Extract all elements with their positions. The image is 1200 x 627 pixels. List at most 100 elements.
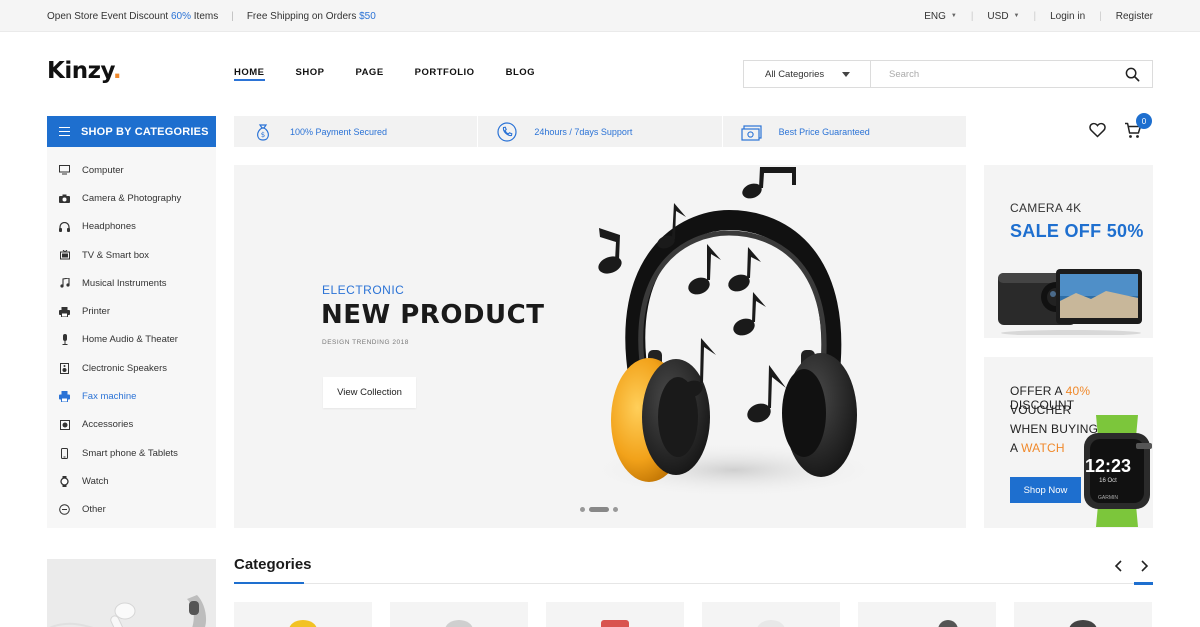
cart-button[interactable]: 0 [1124, 113, 1152, 142]
register-link[interactable]: Register [1116, 11, 1153, 22]
slider-dots [580, 507, 618, 512]
logo[interactable]: Kinzy. [47, 58, 122, 84]
sidebar-item-printer[interactable]: Printer [47, 297, 216, 325]
watch-promo-line4-value: WATCH [1021, 441, 1065, 455]
sidebar-item-headphones[interactable]: Headphones [47, 213, 216, 241]
sidebar-item-label: Computer [82, 164, 124, 176]
monitor-icon [59, 165, 70, 176]
sidebar-item-label: Printer [82, 306, 110, 318]
feature-bar: $ 100% Payment Secured 24hours / 7days S… [234, 116, 966, 147]
wishlist-button[interactable] [1089, 122, 1106, 141]
category-thumbnail [289, 620, 317, 627]
view-collection-button[interactable]: View Collection [323, 377, 416, 408]
headphones-icon [59, 221, 70, 232]
search-bar: All Categories [743, 60, 1153, 88]
category-card[interactable] [1014, 602, 1152, 627]
slider-dot[interactable] [580, 507, 585, 512]
event-discount-prefix: Open Store Event Discount [47, 10, 171, 22]
sidebar-item-label: Headphones [82, 221, 136, 233]
search-category-select[interactable]: All Categories [744, 61, 871, 87]
categories-divider [234, 583, 1153, 584]
divider: | [231, 10, 234, 22]
sidebar-item-musical-instruments[interactable]: Musical Instruments [47, 269, 216, 297]
category-thumbnail [601, 620, 629, 627]
language-select[interactable]: ENG ▼ [924, 11, 957, 22]
caret-down-icon [842, 71, 850, 77]
free-shipping-prefix: Free Shipping on Orders [246, 10, 360, 22]
slider-dot[interactable] [613, 507, 618, 512]
category-thumbnail [757, 620, 785, 627]
nav-home[interactable]: HOME [234, 67, 265, 81]
language-value: ENG [924, 10, 946, 22]
feature-label: Best Price Guaranteed [778, 126, 870, 137]
divider: | [1033, 10, 1037, 22]
category-card[interactable] [702, 602, 840, 627]
sidebar-item-smartphones[interactable]: Smart phone & Tablets [47, 439, 216, 467]
sidebar-item-other[interactable]: Other [47, 496, 216, 524]
speaker-icon [59, 362, 70, 374]
menu-icon [59, 124, 70, 139]
shop-by-categories-header[interactable]: SHOP BY CATEGORIES [47, 116, 216, 147]
free-shipping-text: Free Shipping on Orders $50 [247, 11, 376, 22]
fax-icon [59, 391, 70, 403]
hero-tag: ELECTRONIC [322, 283, 405, 297]
sidebar-item-camera[interactable]: Camera & Photography [47, 184, 216, 212]
sidebar-item-fax-machine[interactable]: Fax machine [47, 382, 216, 410]
logo-dot: . [112, 58, 122, 84]
category-card[interactable] [390, 602, 528, 627]
sidebar-item-watch[interactable]: Watch [47, 467, 216, 495]
sidebar-item-label: Fax machine [82, 391, 137, 403]
search-input[interactable] [871, 61, 1112, 87]
sidebar-item-home-audio[interactable]: Home Audio & Theater [47, 326, 216, 354]
nav-portfolio[interactable]: PORTFOLIO [415, 67, 475, 81]
watch-promo-banner[interactable]: OFFER A 40% DISCOUNT VOUCHER WHEN BUYING… [984, 357, 1153, 528]
search-category-value: All Categories [765, 68, 825, 80]
smartwatch-image: 12:23 16 Oct GARMIN [1084, 415, 1152, 527]
search-button[interactable] [1112, 61, 1152, 87]
phone-icon [496, 121, 518, 143]
sidebar-item-tv[interactable]: TV & Smart box [47, 241, 216, 269]
event-discount-text: Open Store Event Discount 60% Items [47, 11, 218, 22]
category-card[interactable] [546, 602, 684, 627]
nav-blog[interactable]: BLOG [506, 67, 535, 81]
free-shipping-value: $50 [359, 10, 376, 22]
feature-payment-secured: $ 100% Payment Secured [234, 116, 479, 147]
category-thumbnail [1069, 620, 1097, 627]
shop-now-button[interactable]: Shop Now [1010, 477, 1081, 503]
category-list: Computer Camera & Photography Headphones… [47, 147, 216, 528]
event-discount-suffix: Items [190, 10, 219, 22]
earphones-image [49, 595, 206, 627]
sidebar-item-label: Clectronic Speakers [82, 362, 168, 374]
sidebar-item-accessories[interactable]: Accessories [47, 411, 216, 439]
sidebar-item-computer[interactable]: Computer [47, 156, 216, 184]
nav-shop[interactable]: SHOP [296, 67, 325, 81]
categories-nav-underline [1134, 582, 1153, 585]
category-card[interactable] [858, 602, 996, 627]
divider: | [970, 10, 974, 22]
category-card[interactable] [234, 602, 372, 627]
camera-promo-banner[interactable]: CAMERA 4K SALE OFF 50% [984, 165, 1153, 338]
watch-promo-line4-prefix: A [1010, 441, 1022, 455]
camera-promo-line2: SALE OFF 50% [1010, 221, 1144, 241]
category-cards [234, 602, 1152, 627]
category-thumbnail [445, 620, 473, 627]
categories-heading: Categories [234, 556, 312, 573]
camera-promo-line1: CAMERA 4K [1010, 201, 1082, 215]
category-thumbnail [938, 620, 958, 627]
categories-next-button[interactable] [1139, 559, 1149, 575]
chevron-right-icon [1141, 560, 1149, 572]
currency-select[interactable]: USD ▼ [987, 11, 1019, 22]
watch-date: 16 Oct [1099, 478, 1117, 484]
tv-icon [59, 250, 70, 261]
sidebar-item-speakers[interactable]: Clectronic Speakers [47, 354, 216, 382]
sidebar-item-label: Musical Instruments [82, 277, 167, 289]
other-icon [59, 504, 70, 516]
categories-prev-button[interactable] [1114, 559, 1124, 575]
sidebar-item-label: Smart phone & Tablets [82, 447, 178, 459]
login-link[interactable]: Login in [1050, 11, 1085, 22]
chevron-down-icon: ▼ [1013, 13, 1020, 19]
slider-dot-active[interactable] [589, 507, 609, 512]
nav-page[interactable]: PAGE [355, 67, 383, 81]
earphones-side-banner[interactable] [47, 559, 216, 627]
watch-time: 12:23 [1085, 456, 1131, 476]
